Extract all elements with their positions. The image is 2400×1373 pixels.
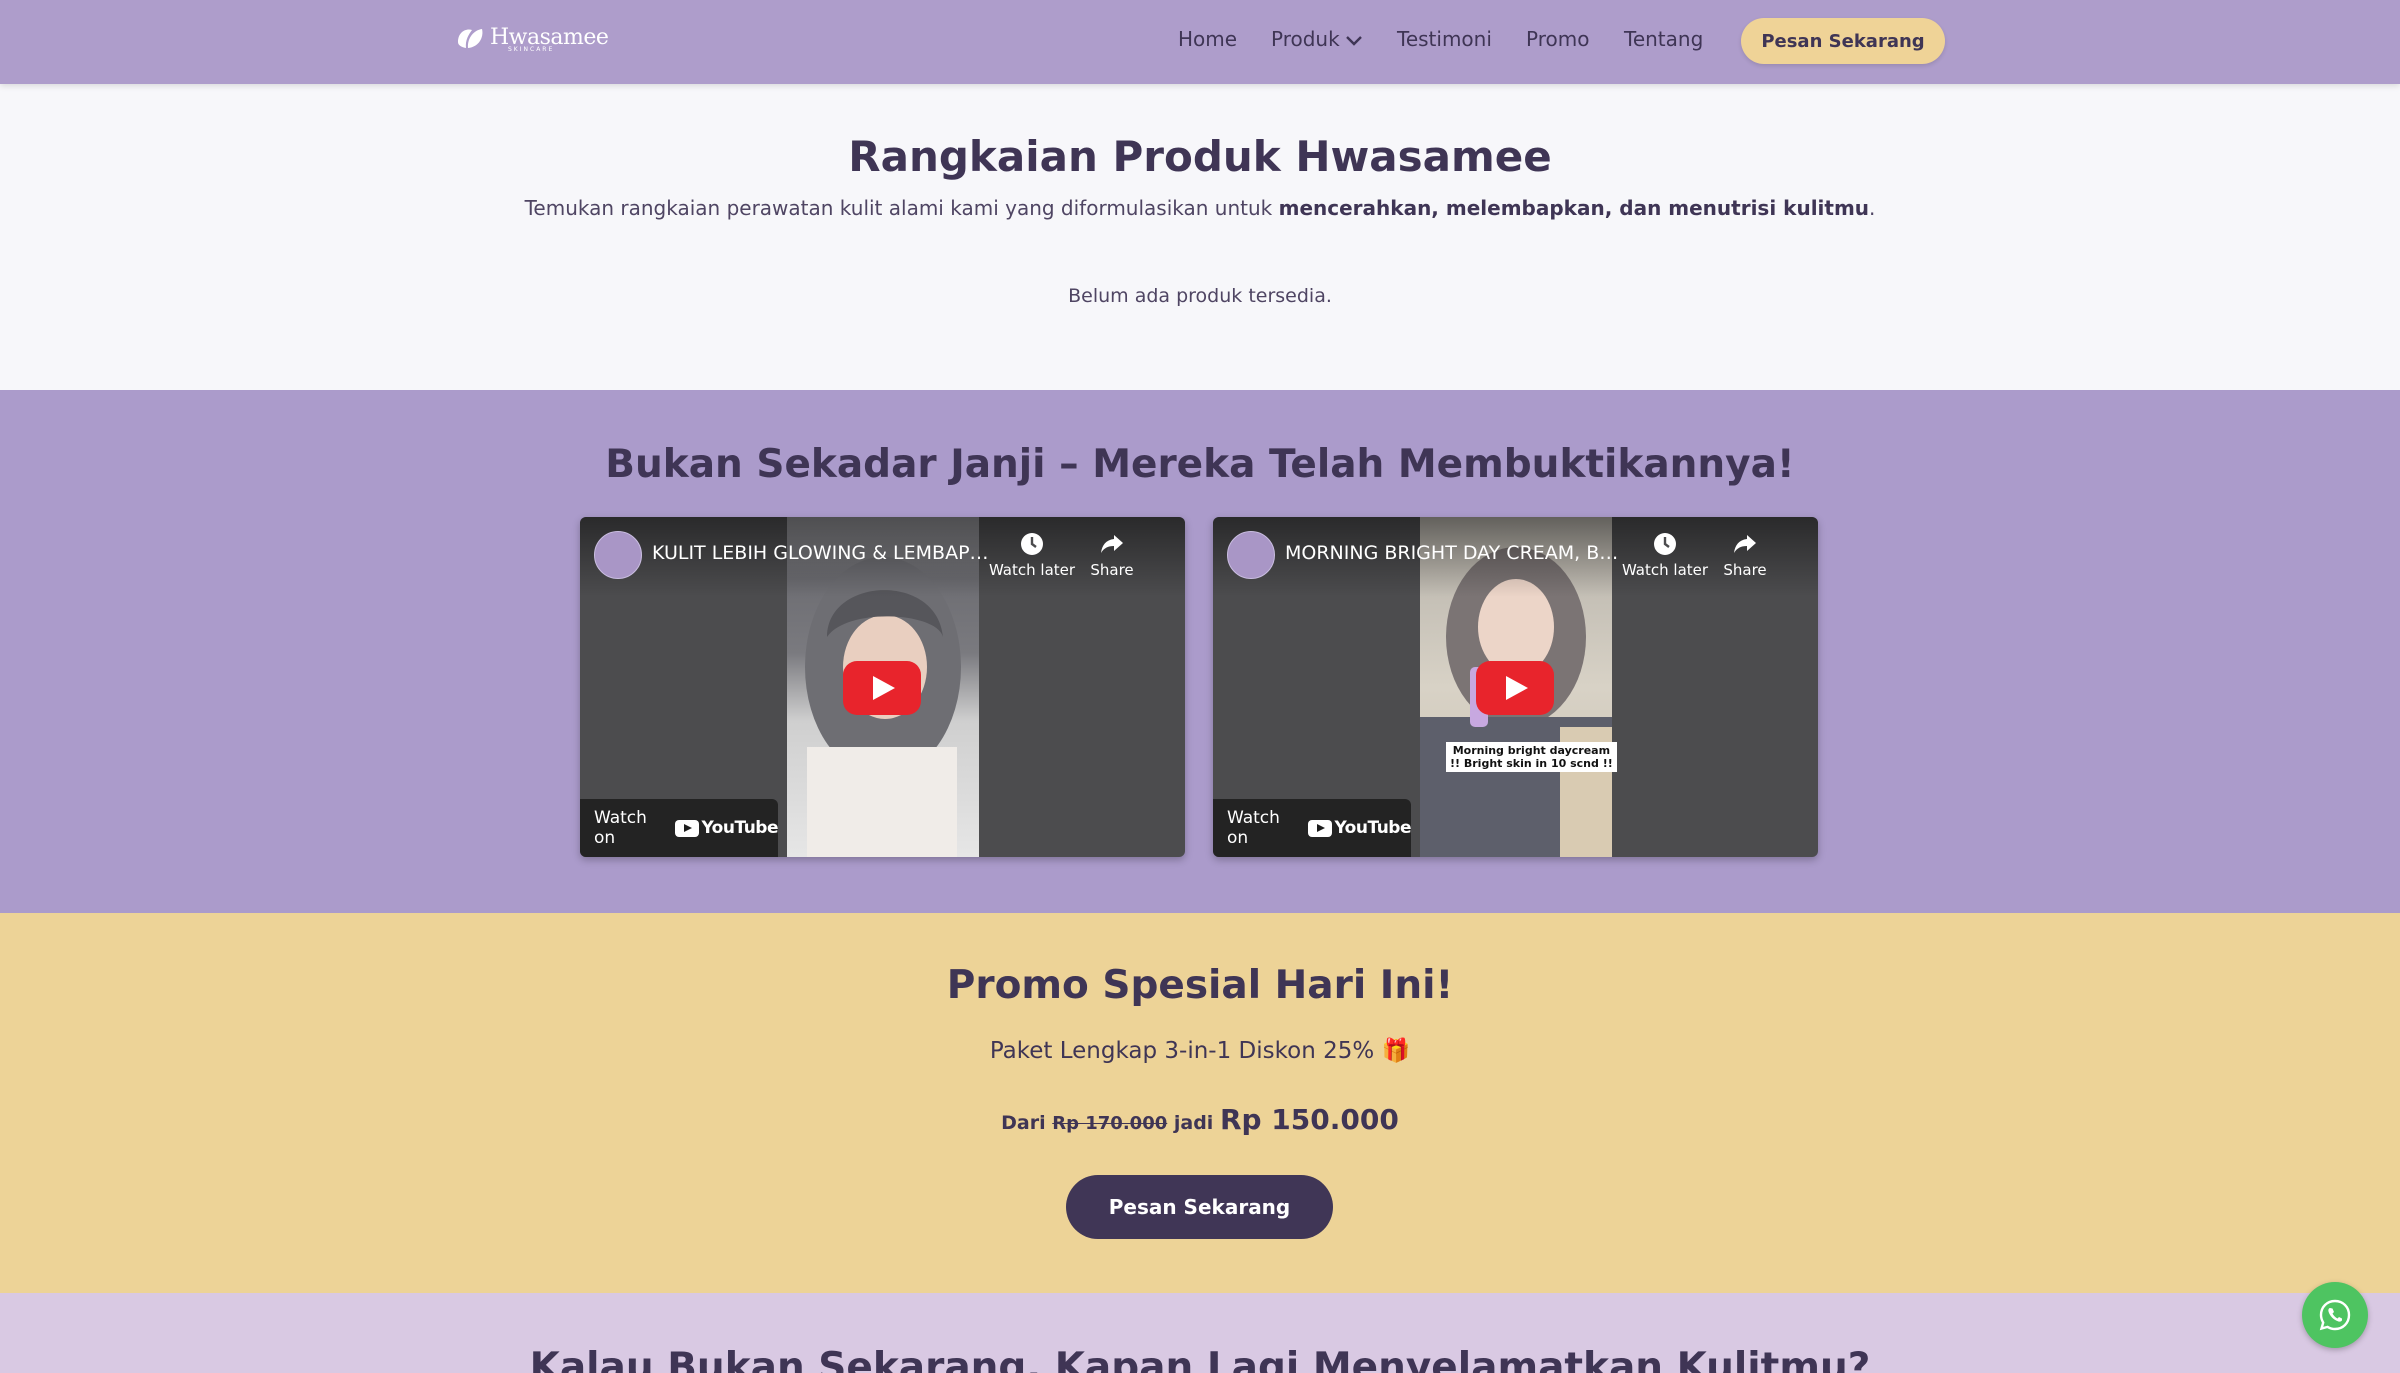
share-icon <box>1734 535 1756 553</box>
watch-on-youtube-1[interactable]: Watch on YouTube <box>580 799 778 857</box>
promo-section: Promo Spesial Hari Ini! Paket Lengkap 3-… <box>0 913 2400 1293</box>
old-price: Rp 170.000 <box>1052 1113 1168 1134</box>
nav-promo[interactable]: Promo <box>1526 27 1589 51</box>
video-title-1[interactable]: KULIT LEBIH GLOWING & LEMBAP SEHARIAN <box>652 542 992 564</box>
channel-avatar-2[interactable] <box>1227 531 1275 579</box>
products-intro-bold: mencerahkan, melembapkan, dan menutrisi … <box>1278 196 1870 220</box>
nav-home[interactable]: Home <box>1178 27 1237 51</box>
nav-testimoni[interactable]: Testimoni <box>1397 27 1492 51</box>
header-order-button[interactable]: Pesan Sekarang <box>1741 18 1945 64</box>
chevron-down-icon <box>1345 35 1362 46</box>
brand-subtext: SKINCARE <box>508 46 555 53</box>
promo-deal: Paket Lengkap 3-in-1 Diskon 25% 🎁 <box>0 1037 2400 1064</box>
leaf-logo-icon <box>458 29 483 48</box>
watch-later-button-1[interactable]: Watch later <box>987 531 1077 579</box>
video-caption-line-1: Morning bright daycream <box>1452 744 1611 757</box>
new-price: Rp 150.000 <box>1219 1103 1399 1136</box>
price-from-label: Dari <box>1001 1112 1046 1134</box>
channel-avatar-1[interactable] <box>594 531 642 579</box>
watch-later-label-1: Watch later <box>988 561 1076 579</box>
promo-deal-text: Paket Lengkap 3-in-1 Diskon 25% <box>989 1038 1375 1064</box>
youtube-wordmark-2: YouTube <box>1334 818 1411 838</box>
youtube-logo-icon: YouTube <box>1308 818 1411 838</box>
share-label-1: Share <box>1090 561 1134 579</box>
youtube-logo-icon: YouTube <box>675 818 778 838</box>
testimonials-title: Bukan Sekadar Janji – Mereka Telah Membu… <box>605 442 1795 487</box>
price-to-label: jadi <box>1173 1112 1214 1134</box>
video-caption-2: Morning bright daycream!! Bright skin in… <box>1446 742 1617 772</box>
products-empty-message: Belum ada produk tersedia. <box>1068 285 1332 307</box>
video-caption-line-2: !! Bright skin in 10 scnd !! <box>1450 757 1613 770</box>
watch-on-label-2: Watch on <box>1227 808 1280 848</box>
whatsapp-icon <box>2319 1299 2351 1331</box>
watch-later-label-2: Watch later <box>1621 561 1709 579</box>
testimonials-section: Bukan Sekadar Janji – Mereka Telah Membu… <box>0 390 2400 913</box>
products-intro-end: . <box>1869 196 1876 220</box>
products-section: Rangkaian Produk Hwasamee Temukan rangka… <box>0 84 2400 390</box>
share-button-2[interactable]: Share <box>1710 531 1780 579</box>
promo-order-button[interactable]: Pesan Sekarang <box>1066 1175 1333 1239</box>
products-intro: Temukan rangkaian perawatan kulit alami … <box>0 196 2400 220</box>
brand-logo[interactable]: Hwasamee SKINCARE <box>452 18 609 58</box>
share-label-2: Share <box>1723 561 1767 579</box>
watch-on-label-1: Watch on <box>594 808 647 848</box>
youtube-embed-1[interactable]: KULIT LEBIH GLOWING & LEMBAP SEHARIAN Wa… <box>580 517 1185 857</box>
clock-icon <box>1021 533 1043 555</box>
nav-produk-label: Produk <box>1271 27 1340 51</box>
promo-title: Promo Spesial Hari Ini! <box>946 963 1454 1008</box>
nav-produk[interactable]: Produk <box>1271 27 1364 51</box>
nav-tentang[interactable]: Tentang <box>1624 27 1703 51</box>
youtube-embed-2[interactable]: Morning bright daycream!! Bright skin in… <box>1213 517 1818 857</box>
play-button-2[interactable] <box>1476 661 1554 715</box>
closing-title: Kalau Bukan Sekarang, Kapan Lagi Menyela… <box>529 1345 1871 1373</box>
gift-icon: 🎁 <box>1381 1038 1411 1064</box>
watch-later-button-2[interactable]: Watch later <box>1620 531 1710 579</box>
products-intro-text: Temukan rangkaian perawatan kulit alami … <box>524 196 1279 220</box>
video-title-2[interactable]: MORNING BRIGHT DAY CREAM, BRIGHT SKIN IN… <box>1285 542 1625 564</box>
play-button-1[interactable] <box>843 661 921 715</box>
site-header: Hwasamee SKINCARE Home Produk Testimoni … <box>0 0 2400 84</box>
products-title: Rangkaian Produk Hwasamee <box>848 132 1552 181</box>
promo-price: Dari Rp 170.000 jadi Rp 150.000 <box>0 1103 2400 1136</box>
whatsapp-button[interactable] <box>2302 1282 2368 1348</box>
share-icon <box>1101 535 1123 553</box>
closing-section: Kalau Bukan Sekarang, Kapan Lagi Menyela… <box>0 1293 2400 1373</box>
youtube-wordmark-1: YouTube <box>701 818 778 838</box>
watch-on-youtube-2[interactable]: Watch on YouTube <box>1213 799 1411 857</box>
clock-icon <box>1654 533 1676 555</box>
share-button-1[interactable]: Share <box>1077 531 1147 579</box>
